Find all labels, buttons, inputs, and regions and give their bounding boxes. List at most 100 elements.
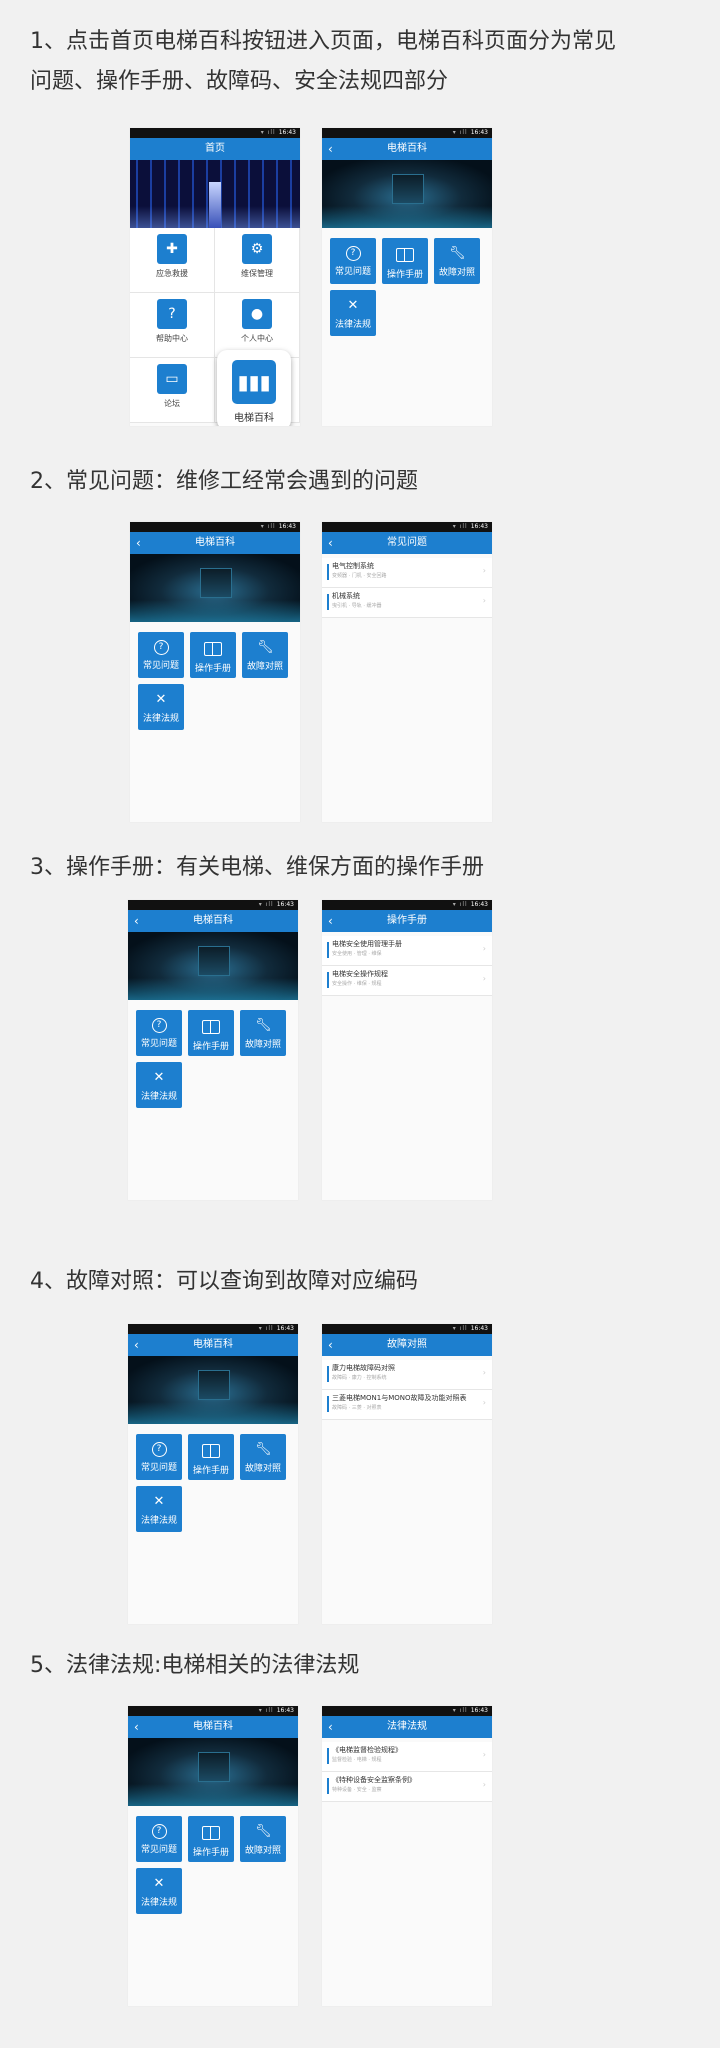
tile-fault[interactable]: 🔧︎ 故障对照 (240, 1434, 286, 1480)
tile-manual[interactable]: 操作手册 (188, 1010, 234, 1056)
wiki-tiles: ? 常见问题 操作手册 🔧︎ 故障对照 ✕ 法律法规 (128, 1000, 298, 1118)
chevron-right-icon: › (482, 1750, 486, 1759)
wiki-app-bar: ‹ 电梯百科 (322, 138, 492, 160)
user-icon: ● (242, 299, 272, 329)
question-icon: ? (151, 1018, 167, 1033)
chevron-right-icon: › (482, 944, 486, 953)
section-2-title: 2、常见问题：维修工经常会遇到的问题 (30, 469, 418, 494)
tile-manual[interactable]: 操作手册 (190, 632, 236, 678)
book-icon (202, 1020, 220, 1034)
wiki-phone-screen-5: ▾ ıll 16:43 ‹ 电梯百科 ? 常见问题 操作手册 🔧︎ 故障对照 ✕ 法律法规 (128, 1706, 298, 2006)
tile-fault[interactable]: 🔧︎ 故障对照 (242, 632, 288, 678)
elevator-wiki-popup-button[interactable]: ▮▮▮ 电梯百科 (217, 350, 291, 426)
chevron-right-icon: › (482, 596, 486, 605)
wrench-icon: 🔧︎ (255, 1442, 272, 1457)
chevron-right-icon: › (482, 1398, 486, 1407)
question-icon: ? (153, 640, 169, 655)
book-icon (202, 1826, 220, 1840)
tile-faq[interactable]: ? 常见问题 (136, 1816, 182, 1862)
home-app-bar: 首页 (130, 138, 300, 160)
gavel-icon: ✕ (153, 1494, 165, 1509)
back-icon[interactable]: ‹ (134, 1334, 139, 1356)
back-icon[interactable]: ‹ (328, 138, 333, 160)
question-icon: ? (157, 299, 187, 329)
back-icon[interactable]: ‹ (328, 1334, 333, 1356)
back-icon[interactable]: ‹ (328, 910, 333, 932)
status-bar: ▾ ıll 16:43 (130, 128, 300, 138)
home-cell-maintenance[interactable]: ⚙ 维保管理 (215, 228, 300, 293)
wiki-banner (322, 160, 492, 228)
question-icon: ? (151, 1442, 167, 1457)
wiki-tiles: ? 常见问题 操作手册 🔧︎ 故障对照 ✕ 法律法规 (128, 1424, 298, 1542)
list-item[interactable]: 电气控制系统 变频器 · 门机 · 安全回路 › (322, 558, 492, 588)
gavel-icon: ✕ (347, 298, 359, 313)
back-icon[interactable]: ‹ (136, 532, 141, 554)
list-item[interactable]: 机械系统 曳引机 · 导轨 · 缓冲器 › (322, 588, 492, 618)
faq-app-bar: ‹ 常见问题 (322, 532, 492, 554)
list-item[interactable]: 三菱电梯MON1与MONO故障及功能对照表 故障码 · 三菱 · 对照表 › (322, 1390, 492, 1420)
status-bar: ▾ ıll 16:43 (128, 1324, 298, 1334)
back-icon[interactable]: ‹ (134, 1716, 139, 1738)
tile-law[interactable]: ✕ 法律法规 (138, 684, 184, 730)
tile-faq[interactable]: ? 常见问题 (136, 1434, 182, 1480)
status-bar: ▾ ıll 16:43 (322, 128, 492, 138)
wiki-banner (128, 1738, 298, 1806)
tile-faq[interactable]: ? 常见问题 (136, 1010, 182, 1056)
home-cell-profile[interactable]: ● 个人中心 (215, 293, 300, 358)
chevron-right-icon: › (482, 1780, 486, 1789)
law-app-bar: ‹ 法律法规 (322, 1716, 492, 1738)
gavel-icon: ✕ (153, 1070, 165, 1085)
section-3-title: 3、操作手册：有关电梯、维保方面的操作手册 (30, 855, 484, 880)
tile-law[interactable]: ✕ 法律法规 (136, 1868, 182, 1914)
book-icon (202, 1444, 220, 1458)
chat-icon: ▭ (157, 364, 187, 394)
tile-fault[interactable]: 🔧︎ 故障对照 (240, 1816, 286, 1862)
list-item[interactable]: 电梯安全使用管理手册 安全使用 · 管理 · 维保 › (322, 936, 492, 966)
list-item[interactable]: 《电梯监督检验规程》 监督检验 · 电梯 · 规程 › (322, 1742, 492, 1772)
home-banner (130, 160, 300, 228)
list-item[interactable]: 《特种设备安全监察条例》 特种设备 · 安全 · 监察 › (322, 1772, 492, 1802)
home-cell-emergency[interactable]: ✚ 应急救援 (130, 228, 215, 293)
tile-faq[interactable]: ? 常见问题 (138, 632, 184, 678)
home-cell-forum[interactable]: ▭ 论坛 (130, 358, 215, 423)
question-icon: ? (151, 1824, 167, 1839)
tile-manual[interactable]: 操作手册 (188, 1434, 234, 1480)
status-bar: ▾ ıll 16:43 (322, 1324, 492, 1334)
home-phone-screen: ▾ ıll 16:43 首页 ✚ 应急救援 ⚙ 维保管理 ? 帮助中心 ● 个人中心 ▭ 论… (130, 128, 300, 426)
status-bar: ▾ ıll 16:43 (322, 1706, 492, 1716)
section-1-title-line1: 1、点击首页电梯百科按钮进入页面，电梯百科页面分为常见 (30, 29, 616, 54)
tile-law[interactable]: ✕ 法律法规 (330, 290, 376, 336)
tile-faq[interactable]: ? 常见问题 (330, 238, 376, 284)
tile-fault[interactable]: 🔧︎ 故障对照 (434, 238, 480, 284)
tools-icon: ⚙ (242, 234, 272, 264)
chevron-right-icon: › (482, 974, 486, 983)
ambulance-icon: ✚ (157, 234, 187, 264)
tile-fault[interactable]: 🔧︎ 故障对照 (240, 1010, 286, 1056)
manual-app-bar: ‹ 操作手册 (322, 910, 492, 932)
back-icon[interactable]: ‹ (134, 910, 139, 932)
wiki-app-bar: ‹ 电梯百科 (128, 1716, 298, 1738)
tile-manual[interactable]: 操作手册 (382, 238, 428, 284)
wiki-phone-screen-2: ▾ ıll 16:43 ‹ 电梯百科 ? 常见问题 操作手册 🔧︎ 故障对照 ✕ 法律法规 (130, 522, 300, 822)
faq-phone-screen: ▾ ıll 16:43 ‹ 常见问题 电气控制系统 变频器 · 门机 · 安全回路 › … (322, 522, 492, 822)
wiki-tiles: ? 常见问题 操作手册 🔧︎ 故障对照 ✕ 法律法规 (128, 1806, 298, 1924)
section-5-title: 5、法律法规:电梯相关的法律法规 (30, 1653, 360, 1678)
list-item[interactable]: 康力电梯故障码对照 故障码 · 康力 · 控制系统 › (322, 1360, 492, 1390)
status-bar: ▾ ıll 16:43 (128, 900, 298, 910)
tile-manual[interactable]: 操作手册 (188, 1816, 234, 1862)
back-icon[interactable]: ‹ (328, 532, 333, 554)
wiki-banner (128, 1356, 298, 1424)
status-bar: ▾ ıll 16:43 (322, 900, 492, 910)
home-cell-help[interactable]: ? 帮助中心 (130, 293, 215, 358)
tile-law[interactable]: ✕ 法律法规 (136, 1062, 182, 1108)
wrench-icon: 🔧︎ (257, 640, 274, 655)
list-item[interactable]: 电梯安全操作规程 安全操作 · 维保 · 规程 › (322, 966, 492, 996)
wrench-icon: 🔧︎ (449, 246, 466, 261)
wiki-phone-screen-3: ▾ ıll 16:43 ‹ 电梯百科 ? 常见问题 操作手册 🔧︎ 故障对照 ✕ 法律法规 (128, 900, 298, 1200)
tile-law[interactable]: ✕ 法律法规 (136, 1486, 182, 1532)
fault-phone-screen: ▾ ıll 16:43 ‹ 故障对照 康力电梯故障码对照 故障码 · 康力 · 控制系… (322, 1324, 492, 1624)
back-icon[interactable]: ‹ (328, 1716, 333, 1738)
wiki-app-bar: ‹ 电梯百科 (130, 532, 300, 554)
section-1-title-line2: 问题、操作手册、故障码、安全法规四部分 (30, 69, 449, 94)
wiki-title: 电梯百科 (387, 143, 427, 154)
